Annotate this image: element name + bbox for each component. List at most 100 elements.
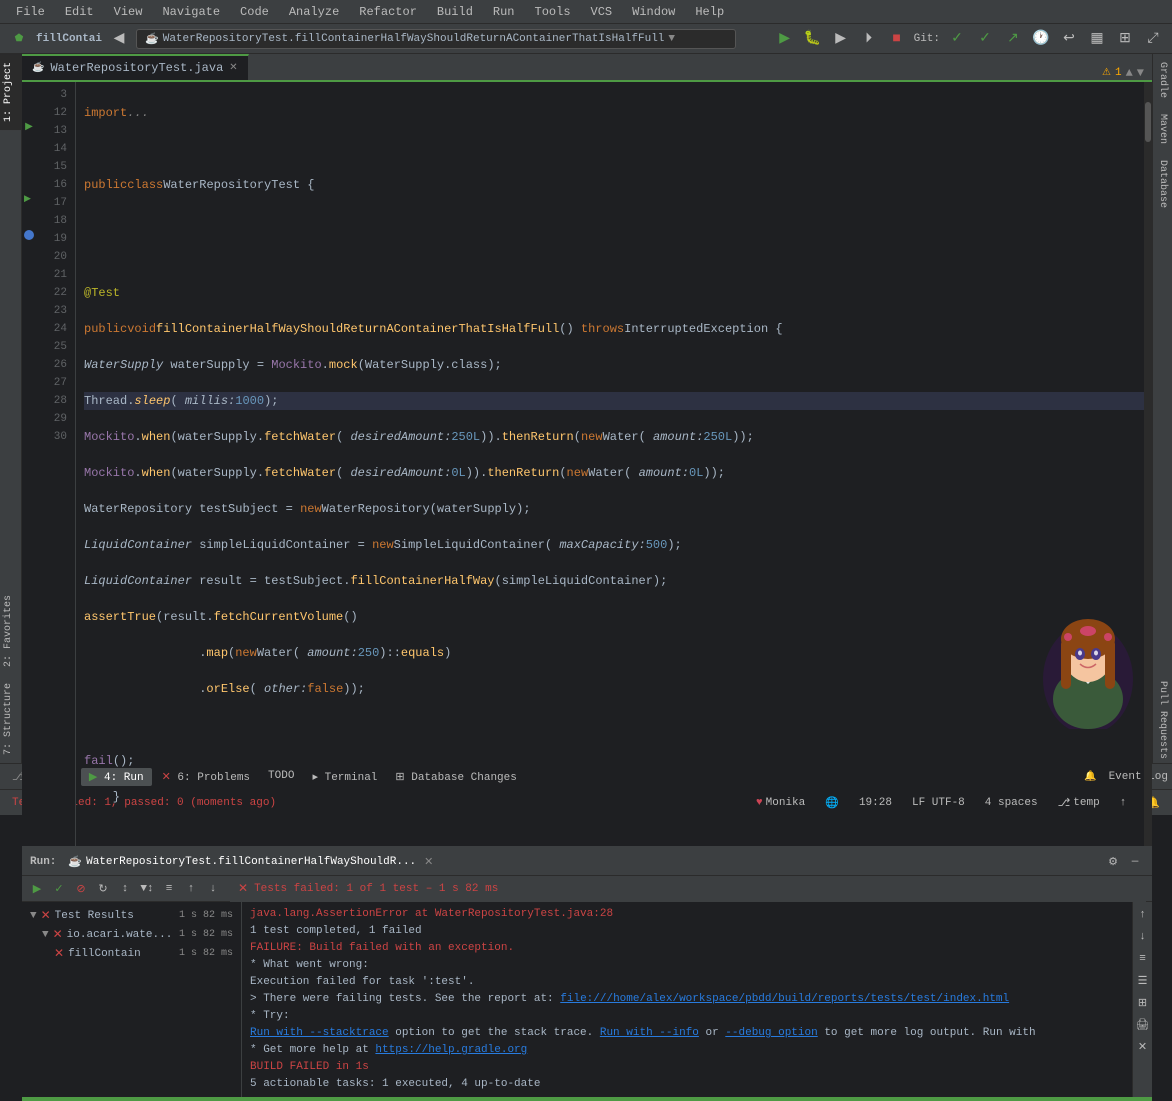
info-link[interactable]: Run with --info bbox=[600, 1027, 699, 1039]
run-panel: Run: ☕ WaterRepositoryTest.fillContainer… bbox=[22, 846, 1152, 1101]
menu-file[interactable]: File bbox=[8, 3, 53, 21]
layout-icon[interactable]: ⊞ bbox=[1114, 28, 1136, 50]
gutter-18 bbox=[22, 208, 36, 226]
menu-view[interactable]: View bbox=[106, 3, 151, 21]
editor-scrollbar[interactable] bbox=[1144, 82, 1152, 846]
collapse-warnings-icon[interactable]: ▼ bbox=[1137, 66, 1144, 80]
run-sort-btn[interactable]: ↕ bbox=[116, 880, 134, 898]
maximize-icon[interactable]: ⤢ bbox=[1142, 28, 1164, 50]
run-print-icon[interactable]: 🖨 bbox=[1134, 1016, 1152, 1034]
run-toolbar: ▶ ✓ ⊘ ↻ ↕ ▼↕ ≡ ↑ ↓ ✕ Tests failed: 1 of … bbox=[22, 876, 1152, 902]
git-history-icon[interactable]: 🕐 bbox=[1030, 28, 1052, 50]
run-label: Run: bbox=[30, 856, 56, 868]
stop-btn[interactable]: ■ bbox=[886, 28, 908, 50]
code-line-27: .orElse( other: false)); bbox=[84, 680, 1144, 698]
git-undo-icon[interactable]: ↩ bbox=[1058, 28, 1080, 50]
console-line-11: 5 actionable tasks: 1 executed, 4 up-to-… bbox=[250, 1076, 1124, 1093]
test-item-method[interactable]: ✕ fillContain 1 s 82 ms bbox=[26, 944, 237, 963]
menu-help[interactable]: Help bbox=[687, 3, 732, 21]
run-play-btn[interactable]: ▶ bbox=[28, 880, 46, 898]
menu-build[interactable]: Build bbox=[429, 3, 481, 21]
tab-close-btn[interactable]: ✕ bbox=[229, 62, 237, 74]
profile-btn[interactable]: ⏵ bbox=[858, 28, 880, 50]
right-sidebar: Gradle Maven Database Pull Requests bbox=[1152, 54, 1172, 763]
breadcrumb[interactable]: ☕ WaterRepositoryTest.fillContainerHalfW… bbox=[136, 29, 736, 49]
git-push-icon[interactable]: ↗ bbox=[1002, 28, 1024, 50]
run-rerun-btn[interactable]: ↻ bbox=[94, 880, 112, 898]
expand-icon-17: ▶ bbox=[24, 194, 31, 204]
run-scroll-up-icon[interactable]: ↑ bbox=[1134, 906, 1152, 924]
menu-run[interactable]: Run bbox=[485, 3, 523, 21]
back-btn[interactable]: ◀ bbox=[108, 28, 130, 50]
tree-expand-icon: ▼ bbox=[30, 910, 37, 922]
debug-link[interactable]: --debug option bbox=[725, 1027, 817, 1039]
run-minimize-icon[interactable]: — bbox=[1126, 853, 1144, 871]
code-line-24: LiquidContainer result = testSubject.fil… bbox=[84, 572, 1144, 590]
report-link[interactable]: file:///home/alex/workspace/pbdd/build/r… bbox=[560, 993, 1009, 1005]
right-tab-maven[interactable]: Maven bbox=[1155, 110, 1170, 148]
run-tab-label: WaterRepositoryTest.fillContainerHalfWay… bbox=[86, 856, 416, 868]
console-line-4: * What went wrong: bbox=[250, 957, 1124, 974]
warning-count: 1 bbox=[1115, 67, 1122, 79]
run-icon-13: ▶ bbox=[25, 121, 33, 133]
right-tab-pullrequests[interactable]: Pull Requests bbox=[1155, 677, 1170, 763]
run-filter-btn[interactable]: ▼↕ bbox=[138, 880, 156, 898]
line-numbers: 3 12 13 14 15 16 17 18 19 20 21 22 23 24… bbox=[36, 82, 76, 846]
run-stop-btn[interactable]: ⊘ bbox=[72, 880, 90, 898]
run-list-icon[interactable]: ≡ bbox=[160, 880, 178, 898]
code-content[interactable]: import ... public class WaterRepositoryT… bbox=[76, 82, 1152, 846]
sidebar-tab-structure[interactable]: 7: Structure bbox=[0, 675, 21, 763]
code-line-16: @Test bbox=[84, 284, 1144, 302]
gutter-17: ▶ bbox=[22, 190, 36, 208]
project-name[interactable]: fillContai bbox=[36, 33, 102, 45]
menu-refactor[interactable]: Refactor bbox=[351, 3, 425, 21]
run-settings-icon[interactable]: ⚙ bbox=[1104, 853, 1122, 871]
tab-file-icon: ☕ bbox=[32, 62, 44, 74]
breakpoint-19[interactable] bbox=[24, 230, 34, 240]
right-tab-database[interactable]: Database bbox=[1155, 156, 1170, 212]
run-pass-icon[interactable]: ✓ bbox=[50, 880, 68, 898]
gradle-help-link[interactable]: https://help.gradle.org bbox=[375, 1044, 527, 1056]
monika-widget bbox=[1028, 589, 1148, 729]
menu-analyze[interactable]: Analyze bbox=[281, 3, 347, 21]
menu-window[interactable]: Window bbox=[624, 3, 683, 21]
menu-code[interactable]: Code bbox=[232, 3, 277, 21]
code-line-23: LiquidContainer simpleLiquidContainer = … bbox=[84, 536, 1144, 554]
console-line-5: Execution failed for task ':test'. bbox=[250, 974, 1124, 991]
main-container: 1: Project 2: Favorites 7: Structure ☕ W… bbox=[0, 54, 1172, 763]
sidebar-tab-favorites[interactable]: 2: Favorites bbox=[0, 587, 21, 675]
run-tab-active[interactable]: ☕ WaterRepositoryTest.fillContainerHalfW… bbox=[64, 853, 437, 871]
tab-bar: ☕ WaterRepositoryTest.java ✕ ⚠ 1 ▲ ▼ bbox=[22, 54, 1152, 82]
breadcrumb-dropdown-icon[interactable]: ▼ bbox=[668, 33, 675, 45]
run-grid-icon[interactable]: ⊞ bbox=[1134, 994, 1152, 1012]
run-wrap-icon[interactable]: ≡ bbox=[1134, 950, 1152, 968]
run-tab-bar: Run: ☕ WaterRepositoryTest.fillContainer… bbox=[22, 848, 1152, 876]
run-prev-btn[interactable]: ↑ bbox=[182, 880, 200, 898]
editor-tab-active[interactable]: ☕ WaterRepositoryTest.java ✕ bbox=[22, 54, 249, 80]
run-scroll-down-icon[interactable]: ↓ bbox=[1134, 928, 1152, 946]
test-fail-circle3: ✕ bbox=[54, 946, 64, 961]
test-item-root[interactable]: ▼ ✕ Test Results 1 s 82 ms bbox=[26, 906, 237, 925]
menu-vcs[interactable]: VCS bbox=[583, 3, 621, 21]
run-format-icon[interactable]: ☰ bbox=[1134, 972, 1152, 990]
run-btn[interactable]: ▶ bbox=[774, 28, 796, 50]
run-next-btn[interactable]: ↓ bbox=[204, 880, 222, 898]
run-clear-icon[interactable]: ✕ bbox=[1134, 1038, 1152, 1056]
stacktrace-link[interactable]: Run with --stacktrace bbox=[250, 1027, 389, 1039]
scrollbar-thumb[interactable] bbox=[1145, 102, 1151, 142]
menu-navigate[interactable]: Navigate bbox=[154, 3, 228, 21]
coverage-btn[interactable]: ▶ bbox=[830, 28, 852, 50]
sidebar-tab-project[interactable]: 1: Project bbox=[0, 54, 21, 130]
code-line-20: Mockito.when(waterSupply.fetchWater( des… bbox=[84, 428, 1144, 446]
gutter-16 bbox=[22, 172, 36, 190]
git-check2-icon[interactable]: ✓ bbox=[974, 28, 996, 50]
test-item-class[interactable]: ▼ ✕ io.acari.wate... 1 s 82 ms bbox=[26, 925, 237, 944]
expand-warnings-icon[interactable]: ▲ bbox=[1126, 66, 1133, 80]
run-tab-close[interactable]: ✕ bbox=[424, 855, 433, 869]
menu-tools[interactable]: Tools bbox=[527, 3, 579, 21]
menu-edit[interactable]: Edit bbox=[57, 3, 102, 21]
debug-btn[interactable]: 🐛 bbox=[802, 28, 824, 50]
right-tab-gradle[interactable]: Gradle bbox=[1155, 58, 1170, 102]
vcs-log-icon[interactable]: ▦ bbox=[1086, 28, 1108, 50]
git-check-icon[interactable]: ✓ bbox=[946, 28, 968, 50]
